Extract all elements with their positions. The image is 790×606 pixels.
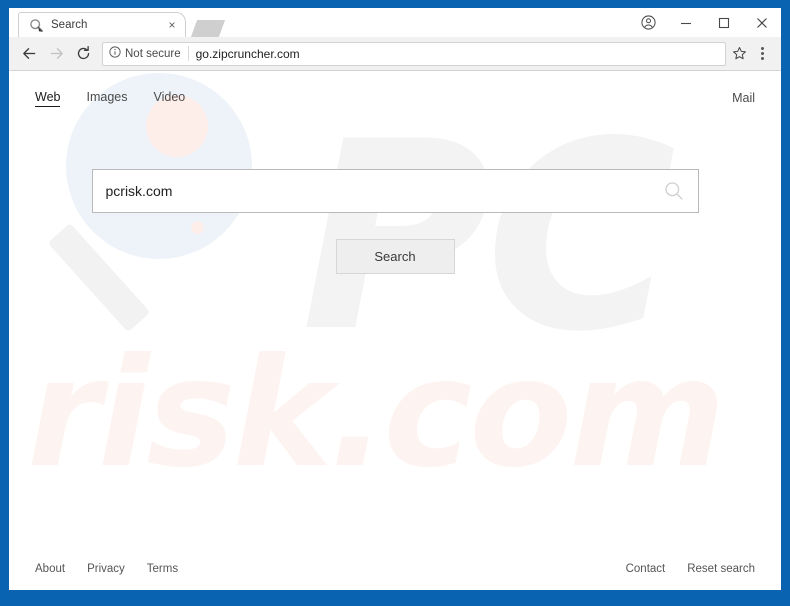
menu-dot xyxy=(760,47,764,50)
site-nav: Web Images Video Mail xyxy=(9,71,781,107)
url-text: go.zipcruncher.com xyxy=(195,46,300,61)
footer-link-privacy[interactable]: Privacy xyxy=(87,563,125,575)
search-box xyxy=(91,169,699,213)
security-label: Not secure xyxy=(125,47,181,60)
nav-link-mail[interactable]: Mail xyxy=(732,91,755,107)
footer-link-contact[interactable]: Contact xyxy=(626,563,666,575)
browser-tab-title: Search xyxy=(51,19,88,31)
footer-link-about[interactable]: About xyxy=(35,563,65,575)
footer-links-left: About Privacy Terms xyxy=(35,563,178,575)
forward-arrow-icon xyxy=(43,40,70,67)
browser-toolbar: Not secure go.zipcruncher.com xyxy=(9,37,781,71)
minimize-button[interactable] xyxy=(667,8,705,37)
search-button[interactable]: Search xyxy=(335,239,455,274)
close-icon[interactable]: × xyxy=(165,18,179,32)
magnifier-icon xyxy=(29,18,44,33)
maximize-button[interactable] xyxy=(705,8,743,37)
overflow-menu-icon[interactable] xyxy=(750,40,774,67)
menu-dot xyxy=(760,52,764,55)
watermark-brand-bottom: risk.com xyxy=(27,327,726,501)
site-nav-right: Mail xyxy=(732,89,755,107)
nav-tab-video[interactable]: Video xyxy=(153,90,185,107)
profile-avatar-icon[interactable] xyxy=(629,8,667,37)
search-button-row: Search xyxy=(9,239,781,274)
browser-tab-search[interactable]: Search × xyxy=(18,12,186,37)
footer-link-terms[interactable]: Terms xyxy=(147,563,178,575)
search-input[interactable] xyxy=(91,169,699,213)
window-frame: Search × Not secure go.zipcruncher.com P… xyxy=(0,0,790,606)
search-area: Search xyxy=(9,107,781,274)
nav-tab-web[interactable]: Web xyxy=(35,90,61,107)
browser-window: Search × Not secure go.zipcruncher.com P… xyxy=(9,8,781,590)
address-bar[interactable]: Not secure go.zipcruncher.com xyxy=(102,41,726,66)
star-icon[interactable] xyxy=(728,42,750,66)
menu-dot xyxy=(760,57,764,60)
tab-strip: Search × xyxy=(9,8,781,37)
security-indicator[interactable]: Not secure xyxy=(109,45,189,63)
nav-tab-images[interactable]: Images xyxy=(86,90,127,107)
new-tab-button[interactable] xyxy=(190,20,226,37)
page-content: PC risk.com Web Images Video Mail pcrisk… xyxy=(9,71,781,589)
footer-link-reset-search[interactable]: Reset search xyxy=(687,563,755,575)
footer-links-right: Contact Reset search xyxy=(626,563,755,575)
close-button[interactable] xyxy=(743,8,781,37)
reload-icon[interactable] xyxy=(70,40,97,67)
window-controls xyxy=(629,8,781,37)
site-footer: About Privacy Terms Contact Reset search xyxy=(9,563,781,575)
info-circle-icon xyxy=(109,45,121,63)
back-arrow-icon[interactable] xyxy=(16,40,43,67)
site-nav-left: Web Images Video xyxy=(35,90,185,107)
